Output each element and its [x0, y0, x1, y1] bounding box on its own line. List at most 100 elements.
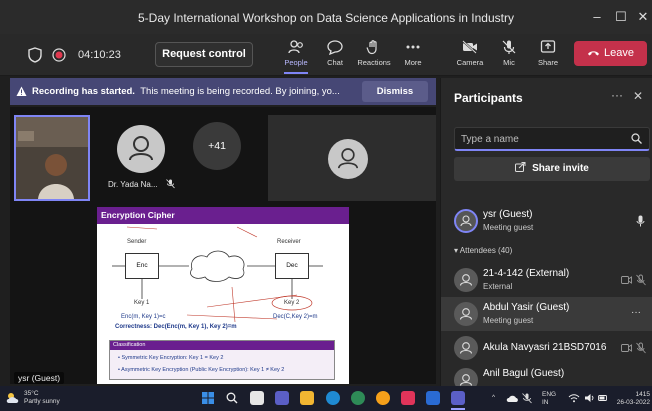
teams-meeting-window: 5-Day International Workshop on Data Sci…	[0, 0, 652, 411]
close-window-button[interactable]: ✕	[632, 6, 652, 28]
participant-search[interactable]	[454, 127, 650, 151]
attendee-name: Anil Bagul (Guest)	[483, 368, 565, 379]
share-invite-label: Share invite	[532, 163, 589, 174]
dismiss-button[interactable]: Dismiss	[362, 81, 428, 102]
teams-app-icon[interactable]	[451, 391, 465, 405]
self-video-tile[interactable]	[14, 115, 90, 201]
participants-panel: Participants ··· ✕ Share invite	[440, 78, 652, 392]
weather-condition: Partly sunny	[24, 398, 60, 405]
active-app-indicator	[451, 408, 465, 410]
language-code: ENG	[542, 391, 557, 398]
warning-icon	[16, 86, 27, 96]
attendee-avatar	[454, 302, 478, 326]
recording-text: This meeting is being recorded. By joini…	[140, 86, 340, 97]
recording-message: Recording has started. This meeting is b…	[32, 86, 340, 97]
mic-off-tray-icon[interactable]	[522, 393, 532, 404]
person-icon	[129, 136, 153, 161]
people-button[interactable]: People	[276, 39, 316, 74]
participant-avatar[interactable]	[117, 125, 165, 173]
search-input[interactable]	[461, 132, 621, 146]
asymmetric-text: Asymmetric Key Encryption (Public Key En…	[121, 367, 285, 373]
meeting-toolbar: 04:10:23 Request control People Chat Rea…	[0, 34, 652, 76]
share-label: Share	[537, 58, 558, 67]
mic-icon	[636, 215, 645, 227]
attendee-avatar	[454, 336, 478, 360]
camera-off-icon	[462, 40, 477, 54]
attendee-name: Abdul Yasir (Guest)	[483, 302, 570, 313]
shield-icon[interactable]	[28, 47, 42, 63]
attendee-sub: External	[483, 282, 513, 291]
weather-cloud-icon[interactable]	[6, 392, 20, 404]
teams-chat-app-icon[interactable]	[275, 391, 289, 405]
battery-icon[interactable]	[598, 393, 608, 403]
presenter-role: Meeting guest	[483, 223, 534, 232]
mic-button[interactable]: Mic	[489, 39, 529, 67]
volume-icon[interactable]	[584, 393, 596, 403]
share-tray-icon	[540, 40, 556, 53]
reactions-icon	[366, 40, 377, 55]
request-control-button[interactable]: Request control	[155, 42, 253, 67]
minimize-button[interactable]: –	[586, 6, 608, 28]
share-invite-button[interactable]: Share invite	[454, 157, 650, 181]
presenter-name: ysr (Guest)	[483, 209, 533, 220]
person-icon	[460, 215, 472, 227]
more-icon	[406, 45, 420, 49]
chat-label: Chat	[327, 58, 343, 67]
video-mic-off-icons	[621, 274, 646, 286]
more-button[interactable]: More	[393, 39, 433, 67]
dec-formula: Dec(C,Key 2)=m	[273, 314, 318, 320]
onedrive-cloud-icon[interactable]	[506, 393, 518, 403]
tray-overflow-icon[interactable]: ^	[492, 394, 495, 402]
language-indicator[interactable]: ENG IN	[542, 391, 556, 407]
attendee-more-icon[interactable]: ···	[631, 307, 641, 318]
shared-content-slide: Encryption Cipher Sender Receiver Enc De…	[97, 207, 349, 384]
chrome-browser-icon[interactable]	[351, 391, 365, 405]
wifi-icon[interactable]	[568, 393, 580, 403]
mic-label: Mic	[503, 58, 515, 67]
reactions-button[interactable]: Reactions	[354, 39, 394, 67]
attendee-row[interactable]: Akula Navyasri 21BSD7016	[441, 331, 652, 365]
classification-box: Classification • Symmetric Key Encryptio…	[109, 340, 335, 380]
recording-title: Recording has started.	[32, 86, 135, 97]
title-bar: 5-Day International Workshop on Data Sci…	[0, 0, 652, 34]
leave-button[interactable]: Leave	[574, 41, 647, 66]
maximize-button[interactable]: ☐	[610, 6, 632, 28]
presenter-row[interactable]: ysr (Guest) Meeting guest	[441, 204, 652, 238]
person-icon	[338, 148, 358, 169]
windows-start-icon[interactable]	[202, 392, 214, 404]
attendee-name: Akula Navyasri 21BSD7016	[483, 342, 607, 353]
attendees-header[interactable]: ▾ Attendees (40)	[454, 246, 512, 255]
correctness-text: Correctness: Dec(Enc(m, Key 1), Key 2)=m	[115, 324, 237, 330]
share-icon	[515, 162, 526, 172]
task-view-icon[interactable]	[250, 391, 264, 405]
attendee-row[interactable]: Abdul Yasir (Guest) Meeting guest ···	[441, 297, 652, 331]
participant-tile[interactable]	[268, 115, 436, 201]
participant-name: Dr. Yada Na...	[108, 180, 158, 189]
people-icon	[288, 40, 303, 54]
phone-hangup-icon	[588, 51, 599, 56]
chat-button[interactable]: Chat	[315, 39, 355, 67]
more-participants-button[interactable]: +41	[193, 122, 241, 170]
taskbar-search-icon[interactable]	[226, 392, 238, 404]
camera-button[interactable]: Camera	[450, 39, 490, 67]
camera-label: Camera	[456, 58, 484, 67]
system-clock[interactable]: 1415 26-03-2022	[612, 391, 650, 407]
attendees-count: Attendees (40)	[459, 246, 513, 255]
panel-more-icon[interactable]: ···	[611, 88, 623, 102]
presenter-name-label: ysr (Guest)	[14, 372, 65, 384]
mic-off-icon	[502, 40, 516, 54]
person-icon	[459, 342, 473, 354]
word-app-icon[interactable]	[426, 391, 440, 405]
mail-app-icon[interactable]	[401, 391, 415, 405]
attendee-row[interactable]: 21-4-142 (External) External	[441, 263, 652, 297]
clock-date: 26-03-2022	[616, 399, 650, 406]
app-icon[interactable]	[376, 391, 390, 405]
weather-widget[interactable]: 35°C Partly sunny	[24, 390, 60, 406]
person-icon	[459, 274, 473, 286]
search-icon[interactable]	[631, 133, 642, 144]
file-explorer-icon[interactable]	[300, 391, 314, 405]
share-button[interactable]: Share	[528, 39, 568, 67]
panel-close-icon[interactable]: ✕	[633, 89, 643, 103]
meeting-timer: 04:10:23	[78, 49, 121, 61]
edge-browser-icon[interactable]	[326, 391, 340, 405]
